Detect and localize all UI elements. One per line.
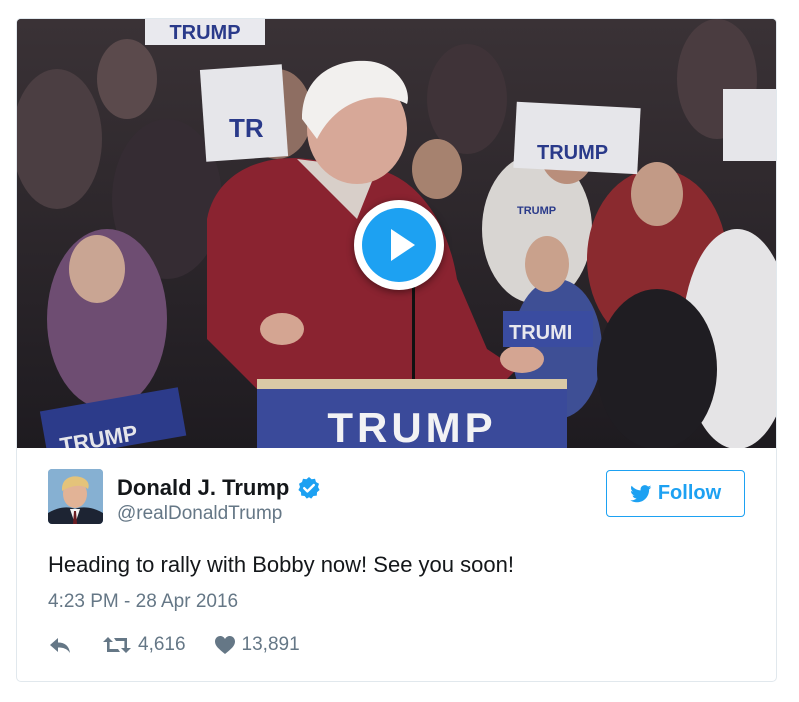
sign-top: TRUMP — [169, 22, 240, 44]
user-name[interactable]: Donald J. Trump — [117, 475, 321, 501]
heart-icon — [214, 636, 235, 654]
retweet-count: 4,616 — [138, 634, 186, 655]
user-display-name[interactable]: Donald J. Trump — [117, 475, 289, 501]
like-count: 13,891 — [241, 634, 300, 655]
podium-sign: TRUMP — [327, 404, 496, 448]
tweet-text: Heading to rally with Bobby now! See you… — [48, 552, 514, 577]
twitter-bird-icon — [629, 484, 652, 502]
video-thumbnail[interactable]: TRUMP TR TRUMP TRUMP TRUMP TRUMI TRUMP — [17, 19, 776, 448]
follow-label: Follow — [657, 482, 722, 504]
reply-button[interactable] — [48, 635, 72, 655]
profile-photo — [48, 469, 103, 524]
play-icon — [362, 208, 436, 282]
shirt-print: TRUMP — [517, 205, 556, 217]
user-handle[interactable]: @realDonaldTrump — [117, 503, 282, 525]
sign-back-right: TRUMP — [537, 142, 608, 164]
follow-button[interactable]: Follow — [606, 470, 745, 517]
tweet-actions: 4,616 13,891 — [48, 631, 300, 659]
retweet-button[interactable]: 4,616 — [102, 634, 186, 656]
sign-back-left: TR — [229, 113, 264, 143]
avatar[interactable] — [48, 469, 103, 524]
reply-icon — [50, 638, 70, 653]
tweet-card: TRUMP TR TRUMP TRUMP TRUMP TRUMI TRUMP D… — [16, 18, 777, 682]
tweet-timestamp[interactable]: 4:23 PM - 28 Apr 2016 — [48, 591, 238, 613]
verified-badge-icon — [297, 476, 321, 500]
play-button[interactable] — [354, 200, 444, 290]
retweet-icon — [103, 637, 131, 653]
sign-right: TRUMI — [509, 322, 572, 344]
like-button[interactable]: 13,891 — [214, 634, 300, 656]
